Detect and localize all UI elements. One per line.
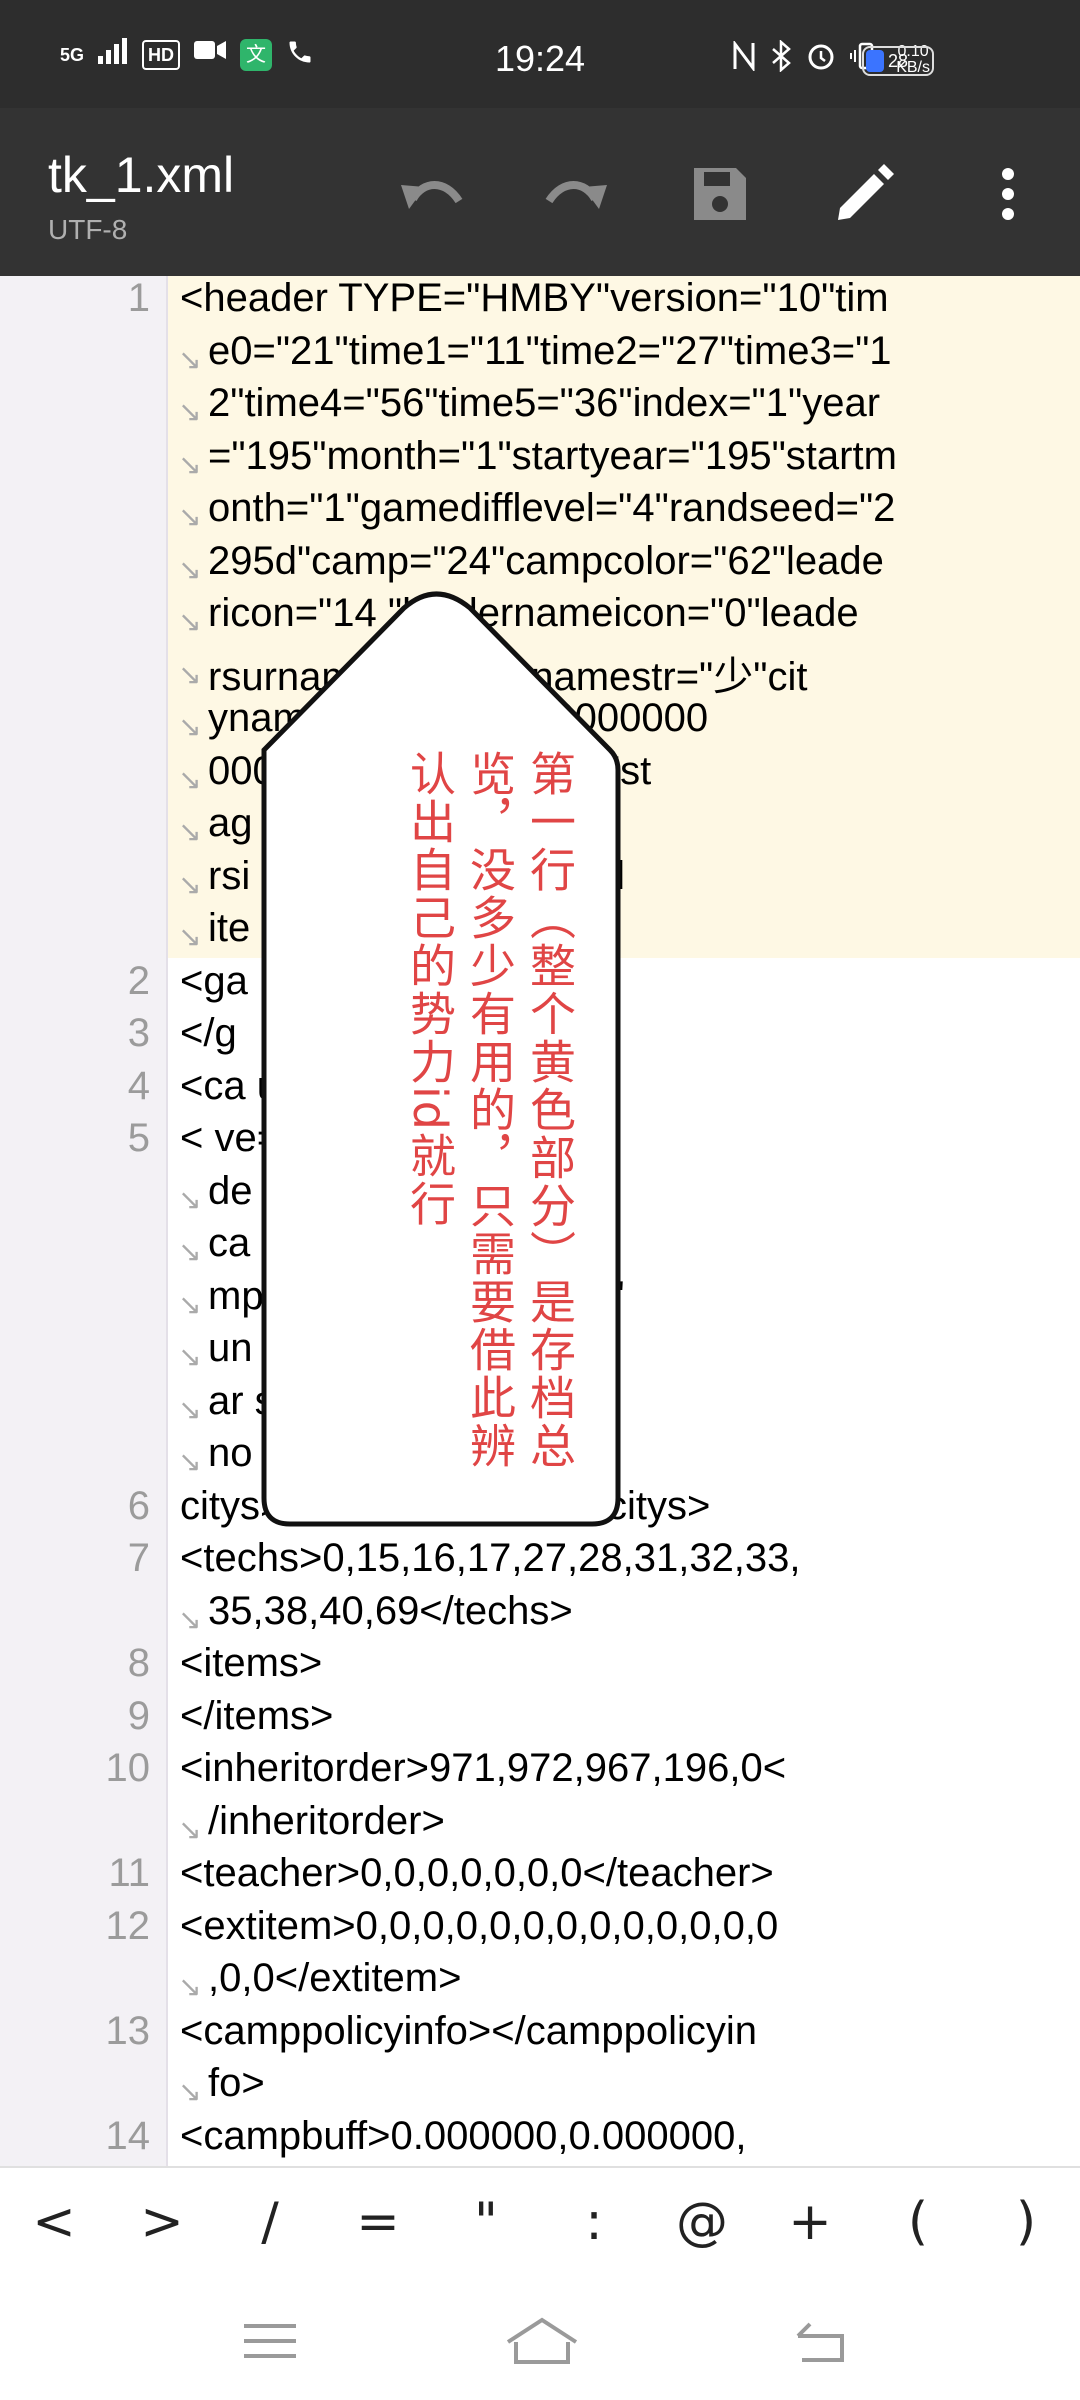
- line-number: 11: [108, 1851, 150, 1895]
- wrap-indicator-icon: ↘: [178, 658, 202, 690]
- symbol-key[interactable]: >: [108, 2192, 216, 2252]
- line-number: 9: [127, 1693, 150, 1738]
- system-nav-bar: [0, 2276, 1080, 2400]
- code-line: <items>: [180, 1641, 323, 1685]
- symbol-key[interactable]: (: [864, 2192, 972, 2252]
- line-number: 1: [127, 276, 150, 320]
- wrap-indicator-icon: ↘: [178, 1813, 202, 1845]
- wrap-indicator-icon: ↘: [178, 1183, 202, 1215]
- symbol-key[interactable]: ": [432, 2192, 540, 2252]
- nfc-icon: [732, 39, 756, 78]
- symbol-key[interactable]: <: [0, 2192, 108, 2252]
- edit-button[interactable]: [828, 158, 900, 230]
- line-number: 4: [127, 1063, 150, 1108]
- save-icon: [694, 168, 746, 220]
- undo-button[interactable]: [396, 158, 468, 230]
- line-number: 5: [127, 1116, 150, 1160]
- redo-button[interactable]: [540, 158, 612, 230]
- code-line: /inheritorder>: [208, 1798, 445, 1843]
- battery-level: 28: [887, 51, 909, 71]
- wrap-indicator-icon: ↘: [178, 921, 202, 952]
- wrap-indicator-icon: ↘: [178, 763, 202, 795]
- wrap-indicator-icon: ↘: [178, 2076, 202, 2107]
- redo-icon: [545, 181, 607, 209]
- wrap-indicator-icon: ↘: [178, 1288, 202, 1320]
- code-line: e0="21"time1="11"time2="27"time3="1: [208, 328, 892, 373]
- battery-indicator: 28: [862, 46, 934, 76]
- undo-icon: [401, 181, 463, 209]
- back-nav-button[interactable]: [790, 2316, 860, 2366]
- wrap-indicator-icon: ↘: [178, 816, 202, 847]
- code-line: <teacher>0,0,0,0,0,0,0</teacher>: [180, 1851, 774, 1895]
- wrap-indicator-icon: ↘: [178, 448, 202, 480]
- line-number: 7: [127, 1536, 150, 1580]
- wrap-indicator-icon: ↘: [178, 553, 202, 585]
- line-number: 10: [105, 1746, 151, 1790]
- line-number: 3: [127, 1011, 150, 1055]
- code-line: <ga: [180, 958, 248, 1003]
- symbol-key[interactable]: @: [648, 2192, 756, 2252]
- code-line: 35,38,40,69</techs>: [208, 1588, 573, 1633]
- wrap-indicator-icon: ↘: [178, 1393, 202, 1425]
- code-line: 295d"camp="24"campcolor="62"leade: [208, 538, 884, 583]
- wrap-indicator-icon: ↘: [178, 1446, 202, 1477]
- line-number: 8: [127, 1641, 150, 1685]
- symbol-key[interactable]: ): [972, 2192, 1080, 2252]
- symbol-key[interactable]: :: [540, 2192, 648, 2252]
- code-line: <extitem>0,0,0,0,0,0,0,0,0,0,0,0,0: [180, 1903, 779, 1948]
- more-options-button[interactable]: [972, 158, 1044, 230]
- back-icon: [796, 2322, 844, 2362]
- line-number: 6: [127, 1483, 150, 1528]
- wrap-indicator-icon: ↘: [178, 1971, 202, 2002]
- editor-toolbar: tk_1.xml UTF-8: [0, 108, 1080, 276]
- wrap-indicator-icon: ↘: [178, 711, 202, 742]
- code-line: </g: [180, 1011, 237, 1055]
- pencil-icon: [838, 164, 894, 220]
- wrap-indicator-icon: ↘: [178, 343, 202, 375]
- home-nav-button[interactable]: [504, 2316, 578, 2366]
- symbol-key[interactable]: =: [324, 2192, 432, 2252]
- status-bar: 5G HD 文 19:24 0.10 KB/s 28: [0, 0, 1080, 108]
- code-line: ,0,0</extitem>: [208, 1956, 462, 2000]
- code-line: fo>: [208, 2061, 265, 2105]
- symbol-input-bar: < > / = ": @ +(): [0, 2166, 1080, 2276]
- code-line: ="195"month="1"startyear="195"startm: [208, 433, 897, 478]
- file-name: tk_1.xml: [48, 147, 235, 203]
- wrap-indicator-icon: ↘: [178, 606, 202, 637]
- symbol-key[interactable]: +: [756, 2192, 864, 2252]
- code-line: <campbuff>0.000000,0.000000,: [180, 2113, 747, 2158]
- code-line: <techs>0,15,16,17,27,28,31,32,33,: [180, 1536, 801, 1580]
- wrap-indicator-icon: ↘: [178, 1236, 202, 1267]
- code-line: </items>: [180, 1693, 334, 1738]
- line-number: 14: [105, 2113, 151, 2158]
- alarm-icon: [806, 41, 836, 78]
- code-line: onth="1"gamedifflevel="4"randseed="2: [208, 486, 896, 530]
- code-line: <header TYPE="HMBY"version="10"tim: [180, 276, 889, 320]
- annotation-note: 第一行（整个黄色部分）是存档总览，没多少有用的，只需要借此辨认出自己的势力id就…: [403, 750, 577, 1470]
- more-vertical-icon: [1002, 168, 1014, 220]
- save-button[interactable]: [684, 158, 756, 230]
- file-encoding: UTF-8: [48, 214, 128, 245]
- code-line: <inheritorder>971,972,967,196,0<: [180, 1746, 787, 1790]
- wrap-indicator-icon: ↘: [178, 396, 202, 427]
- line-number: 2: [127, 958, 150, 1003]
- code-line: <camppolicyinfo></camppolicyin: [180, 2008, 757, 2053]
- symbol-key[interactable]: /: [216, 2192, 324, 2252]
- home-icon: [506, 2317, 578, 2364]
- wrap-indicator-icon: ↘: [178, 1341, 202, 1372]
- code-line: no: [208, 1431, 253, 1475]
- line-number: 13: [105, 2008, 151, 2053]
- menu-nav-button[interactable]: [236, 2316, 306, 2366]
- wrap-indicator-icon: ↘: [178, 1603, 202, 1635]
- line-number: 12: [105, 1903, 151, 1948]
- bluetooth-icon: [770, 39, 792, 79]
- code-line: 2"time4="56"time5="36"index="1"year: [208, 381, 881, 425]
- wrap-indicator-icon: ↘: [178, 868, 202, 900]
- menu-icon: [244, 2324, 296, 2358]
- wrap-indicator-icon: ↘: [178, 501, 202, 532]
